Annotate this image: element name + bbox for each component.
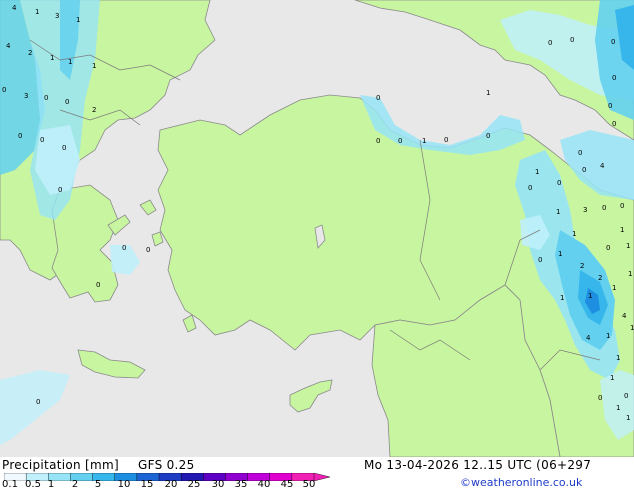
color-scale-tick-label: 40 [257, 479, 271, 490]
point-value-label: 0 [122, 244, 126, 252]
point-value-label: 0 [548, 39, 552, 47]
point-value-label: 0 [538, 256, 542, 264]
point-value-label: 0 [146, 246, 150, 254]
point-value-label: 0 [611, 38, 615, 46]
point-value-label: 0 [36, 398, 40, 406]
color-scale-arrow [313, 473, 330, 481]
valid-time: Mo 13-04-2026 12..15 UTC (06+297 [364, 458, 592, 472]
color-scale-tick-label: 1 [47, 479, 55, 490]
point-value-label: 2 [28, 49, 32, 57]
point-value-label: 1 [76, 16, 80, 24]
point-value-label: 1 [92, 62, 96, 70]
point-value-label: 0 [602, 204, 606, 212]
point-value-label: 3 [55, 12, 59, 20]
color-scale-tick-label: 35 [234, 479, 248, 490]
weather-map-view: 4131421110300200000000000100100000000104… [0, 0, 634, 490]
point-value-label: 4 [12, 4, 17, 12]
point-value-label: 1 [68, 58, 72, 66]
point-value-label: 2 [580, 262, 584, 270]
point-value-label: 0 [486, 132, 490, 140]
point-value-label: 2 [598, 274, 602, 282]
point-value-label: 1 [616, 354, 620, 362]
point-value-label: 1 [35, 8, 39, 16]
legend-bar: Precipitation [mm] GFS 0.25 Mo 13-04-202… [0, 457, 634, 490]
color-scale-tick-label: 2 [71, 479, 79, 490]
point-value-label: 0 [40, 136, 44, 144]
point-value-label: 1 [626, 242, 630, 250]
point-value-label: 0 [65, 98, 69, 106]
point-value-label: 1 [560, 294, 564, 302]
model-name: GFS 0.25 [138, 458, 195, 472]
point-value-label: 1 [588, 292, 592, 300]
point-value-label: 0 [62, 144, 66, 152]
point-value-label: 0 [2, 86, 6, 94]
point-value-label: 0 [598, 394, 602, 402]
point-value-label: 0 [612, 120, 616, 128]
point-value-label: 0 [612, 74, 616, 82]
point-value-label: 0 [606, 244, 610, 252]
point-value-label: 1 [422, 137, 426, 145]
point-value-label: 0 [570, 36, 574, 44]
point-value-label: 1 [626, 414, 630, 422]
color-scale-tick-label: 15 [140, 479, 154, 490]
point-value-label: 0 [376, 137, 380, 145]
point-value-label: 0 [398, 137, 402, 145]
point-value-label: 0 [557, 179, 561, 187]
color-scale-tick-label: 10 [117, 479, 131, 490]
point-value-label: 1 [486, 89, 490, 97]
point-value-label: 0 [18, 132, 22, 140]
point-value-label: 0 [582, 166, 586, 174]
point-value-label: 0 [578, 149, 582, 157]
point-value-label: 1 [50, 54, 54, 62]
point-value-label: 1 [630, 324, 634, 332]
point-value-label: 0 [444, 136, 448, 144]
point-value-label: 3 [583, 206, 587, 214]
point-value-label: 1 [572, 230, 576, 238]
point-value-label: 1 [535, 168, 539, 176]
color-scale-tick-label: 50 [302, 479, 316, 490]
point-value-label: 0 [608, 102, 612, 110]
color-scale-tick-label: 0.1 [2, 479, 18, 490]
color-scale-tick-label: 20 [164, 479, 178, 490]
point-value-label: 0 [44, 94, 48, 102]
point-value-label: 1 [610, 374, 614, 382]
color-scale-tick-label: 30 [211, 479, 225, 490]
color-scale-tick-label: 5 [94, 479, 102, 490]
point-value-label: 1 [606, 332, 610, 340]
point-value-label: 1 [612, 284, 616, 292]
point-value-label: 1 [558, 250, 562, 258]
point-value-label: 1 [616, 404, 620, 412]
point-value-label: 0 [620, 202, 624, 210]
point-value-label: 0 [528, 184, 532, 192]
credit-link[interactable]: ©weatheronline.co.uk [460, 477, 582, 489]
precipitation-map[interactable]: 4 1 3 1421 1 103 0 020 0000 00000 0 1 0 010 0 000000104… [0, 0, 634, 457]
point-value-label: 4 [622, 312, 627, 320]
color-scale-tick-label: 45 [280, 479, 294, 490]
point-value-label: 0 [96, 281, 100, 289]
point-value-label: 0 [624, 392, 628, 400]
color-scale-tick-label: 25 [187, 479, 201, 490]
color-scale-tick-label: 0.5 [25, 479, 41, 490]
point-value-label: 4 [586, 334, 591, 342]
point-value-label: 1 [556, 208, 560, 216]
point-value-label: 0 [376, 94, 380, 102]
point-value-label: 0 [58, 186, 62, 194]
point-value-label: 1 [620, 226, 624, 234]
point-value-label: 1 [628, 270, 632, 278]
legend-title: Precipitation [mm] [2, 458, 119, 472]
point-value-label: 3 [24, 92, 28, 100]
point-value-label: 4 [600, 162, 605, 170]
point-value-label: 2 [92, 106, 96, 114]
point-value-label: 4 [6, 42, 11, 50]
